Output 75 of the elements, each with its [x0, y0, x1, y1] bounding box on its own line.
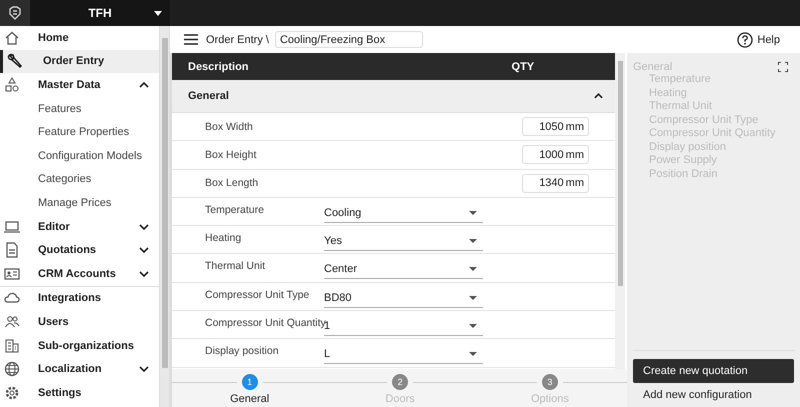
row-label: Compressor Unit Type [205, 288, 310, 301]
buildings-icon [4, 338, 20, 354]
sidebar-item[interactable]: Settings [0, 380, 160, 404]
row-label: Box Height [205, 148, 258, 161]
caret-icon [154, 11, 162, 16]
row-label: Display position [205, 345, 280, 358]
help-button[interactable]: Help [737, 32, 780, 48]
create-quotation-button[interactable]: Create new quotation [633, 359, 794, 383]
sidebar-item[interactable]: Quotations [0, 238, 160, 262]
sidebar-item[interactable]: Users [0, 310, 160, 334]
column-header: QTY [512, 60, 534, 72]
settings-icon [4, 384, 20, 401]
sidebar-subitem[interactable]: Features [0, 96, 160, 120]
help-icon [737, 32, 754, 48]
home-icon [4, 30, 20, 46]
chevron-icon [139, 270, 150, 277]
sidebar-item[interactable]: Order Entry [0, 50, 160, 74]
chevron-icon [139, 82, 150, 88]
row-label: Temperature [205, 204, 265, 216]
globe-icon [4, 361, 20, 378]
sidebar-subitem[interactable]: Feature Properties [0, 120, 160, 144]
wrench-icon [7, 53, 23, 70]
menu-icon[interactable] [184, 34, 198, 45]
caret-icon [469, 296, 477, 300]
sidebar-subitem[interactable]: Configuration Models [0, 144, 160, 168]
caret-icon [469, 239, 477, 244]
caret-icon [469, 352, 477, 356]
caret-icon [469, 210, 477, 215]
sidebar-item[interactable]: Localization [0, 357, 160, 381]
dropdown-field[interactable]: 1 [324, 317, 483, 336]
shapes-icon [4, 76, 20, 93]
sidebar-item[interactable]: CRM Accounts [0, 262, 160, 286]
organization-dropdown[interactable]: TFH [30, 0, 170, 26]
quantity-field[interactable]: 1000 mm [522, 145, 589, 164]
dropdown-field[interactable]: Cooling [324, 204, 483, 223]
step-number[interactable]: 3 [542, 374, 558, 390]
sidebar-subitem[interactable]: Manage Prices [0, 191, 160, 215]
scrollbar[interactable] [615, 53, 625, 369]
document-icon [4, 242, 20, 258]
dropdown-field[interactable]: Yes [324, 232, 483, 252]
sidebar-subitem[interactable]: Categories [0, 168, 160, 192]
quantity-field[interactable]: 1340 mm [522, 174, 589, 193]
row-label: Box Length [205, 177, 260, 190]
row-label: Box Width [205, 120, 254, 133]
dropdown-field[interactable]: Center [324, 260, 483, 280]
name-field[interactable]: Cooling/Freezing Box [274, 31, 423, 48]
dropdown-field[interactable]: BD80 [324, 288, 483, 308]
breadcrumb-link[interactable]: Order Entry \ [206, 34, 269, 46]
logo-icon[interactable] [7, 5, 23, 21]
contact-card-icon [4, 266, 20, 282]
expand-icon[interactable] [778, 62, 788, 72]
chevron-icon [139, 366, 150, 372]
row-label: Heating [205, 232, 242, 244]
add-configuration-button[interactable]: Add new configuration [633, 383, 794, 407]
caret-icon [469, 267, 477, 272]
scrollbar[interactable] [159, 26, 169, 407]
group-header[interactable]: General [172, 80, 615, 113]
sidebar-item[interactable]: Sub-organizations [0, 334, 160, 358]
step-label[interactable]: General [230, 393, 270, 405]
sidebar-item[interactable]: Integrations [0, 286, 160, 310]
sidebar-item[interactable]: Home [0, 26, 160, 50]
chevron-icon [139, 247, 150, 254]
column-header: Description [188, 60, 249, 72]
quantity-field[interactable]: 1050 mm [522, 117, 589, 136]
step-number[interactable]: 2 [392, 374, 408, 390]
caret-icon [469, 324, 477, 328]
chevron-icon [139, 224, 150, 230]
dropdown-field[interactable]: L [324, 345, 483, 364]
laptop-icon [4, 218, 20, 235]
row-label: Thermal Unit [205, 260, 266, 272]
row-label: Compressor Unit Quantity [205, 317, 324, 330]
users-icon [4, 314, 20, 330]
sidebar-item[interactable]: Master Data [0, 73, 160, 97]
sidebar-item[interactable]: Editor [0, 214, 160, 238]
chevron-icon [594, 93, 603, 99]
